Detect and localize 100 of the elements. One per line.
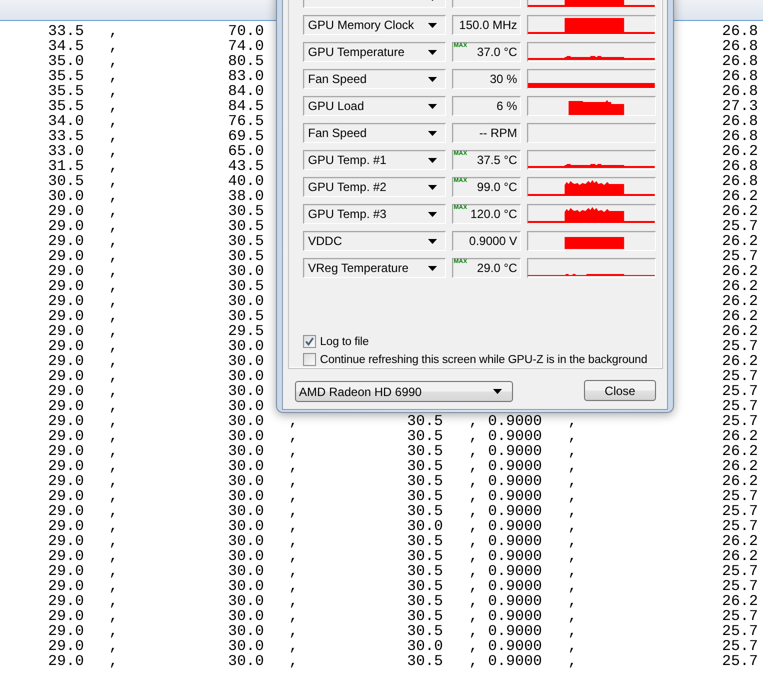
comma: , (568, 444, 577, 459)
log-value: 30.0 (228, 414, 264, 429)
log-value: 30.0 (228, 459, 264, 474)
comma: , (468, 444, 478, 459)
comma: , (108, 54, 118, 69)
comma: , (288, 444, 298, 459)
log-value: 0.9000 (488, 579, 542, 594)
comma: , (468, 579, 478, 594)
log-value: 26.8 (722, 69, 758, 84)
sensor-dropdown[interactable]: Fan Speed (303, 69, 446, 89)
sensor-reading: 30 % (490, 72, 518, 86)
log-value: 33.0 (48, 144, 84, 159)
comma: , (108, 579, 118, 594)
comma: , (108, 99, 118, 114)
log-value: 30.0 (228, 534, 264, 549)
sensor-dropdown[interactable]: GPU Temp. #1 (303, 150, 446, 170)
log-value: 29.0 (48, 534, 84, 549)
comma: , (108, 609, 118, 624)
log-value: 0.9000 (488, 609, 542, 624)
comma: , (108, 309, 118, 324)
log-value: 26.8 (722, 114, 758, 129)
log-value: 29.0 (48, 249, 84, 264)
comma: , (568, 504, 577, 519)
comma: , (108, 444, 118, 459)
comma: , (568, 414, 577, 429)
comma: , (108, 219, 118, 234)
log-value: 26.8 (722, 159, 758, 174)
log-value: 30.0 (228, 369, 264, 384)
log-value: 0.9000 (488, 519, 542, 534)
comma: , (108, 264, 118, 279)
comma: , (568, 489, 577, 504)
log-value: 30.0 (228, 624, 264, 639)
sensor-reading: 120.0 °C (470, 207, 518, 221)
log-value: 30.0 (228, 519, 264, 534)
log-value: 30.5 (406, 429, 443, 444)
log-value: 0.9000 (488, 414, 542, 429)
comma: , (108, 174, 118, 189)
log-value: 29.0 (48, 204, 84, 219)
card-dropdown[interactable]: AMD Radeon HD 6990 (295, 381, 513, 402)
log-value: 30.5 (228, 279, 264, 294)
log-value: 29.0 (48, 624, 84, 639)
log-value: 30.0 (228, 444, 264, 459)
sensor-dropdown[interactable]: GPU Temperature (303, 42, 446, 62)
log-value: 30.5 (406, 459, 443, 474)
log-value: 30.0 (228, 264, 264, 279)
log-value: 26.2 (722, 594, 758, 609)
comma: , (568, 609, 577, 624)
sensor-dropdown[interactable]: VReg Temperature (303, 258, 446, 278)
log-value: 25.7 (722, 624, 758, 639)
log-value: 83.0 (228, 69, 264, 84)
log-value: 30.5 (406, 444, 443, 459)
log-value: 25.7 (722, 384, 758, 399)
log-value: 29.0 (48, 594, 84, 609)
log-value: 26.8 (722, 84, 758, 99)
log-value: 30.0 (228, 429, 264, 444)
comma: , (108, 84, 118, 99)
sensor-dropdown[interactable]: VDDC (303, 231, 446, 251)
log-value: 25.7 (722, 249, 758, 264)
log-value: 30.5 (228, 219, 264, 234)
sensor-reading: 150.0 MHz (459, 18, 518, 32)
log-value: 29.0 (48, 489, 84, 504)
comma: , (108, 189, 118, 204)
comma: , (288, 594, 298, 609)
log-value: 35.5 (48, 69, 84, 84)
comma: , (288, 474, 298, 489)
comma: , (468, 549, 478, 564)
log-value: 30.5 (228, 309, 264, 324)
close-button[interactable]: Close (584, 380, 656, 401)
log-value: 30.5 (228, 204, 264, 219)
log-value: 29.0 (48, 579, 84, 594)
log-value: 25.7 (722, 519, 758, 534)
sensor-dropdown[interactable]: GPU Temp. #2 (303, 177, 446, 197)
comma: , (108, 399, 118, 414)
log-value: 84.5 (228, 99, 264, 114)
comma: , (108, 339, 118, 354)
comma: , (108, 429, 118, 444)
comma: , (108, 324, 118, 339)
comma: , (568, 549, 577, 564)
comma: , (568, 474, 577, 489)
log-value: 43.5 (228, 159, 264, 174)
log-value: 29.0 (48, 459, 84, 474)
comma: , (288, 639, 298, 654)
log-value: 30.5 (406, 609, 443, 624)
sensor-reading: 99.0 °C (477, 180, 518, 194)
log-value: 26.2 (722, 144, 758, 159)
log-value: 29.0 (48, 354, 84, 369)
sensor-dropdown[interactable]: GPU Temp. #3 (303, 204, 446, 224)
sensor-dropdown[interactable]: Fan Speed (303, 123, 446, 143)
comma: , (288, 549, 298, 564)
comma: , (108, 654, 118, 669)
comma: , (108, 519, 118, 534)
log-value: 30.5 (406, 534, 443, 549)
sensor-dropdown[interactable]: GPU Memory Clock (303, 15, 446, 35)
log-value: 0.9000 (488, 549, 542, 564)
log-value: 40.0 (228, 174, 264, 189)
comma: , (468, 609, 478, 624)
comma: , (108, 234, 118, 249)
sensor-dropdown[interactable]: GPU Load (303, 96, 446, 116)
log-value: 30.0 (228, 489, 264, 504)
log-value: 33.5 (48, 24, 84, 39)
